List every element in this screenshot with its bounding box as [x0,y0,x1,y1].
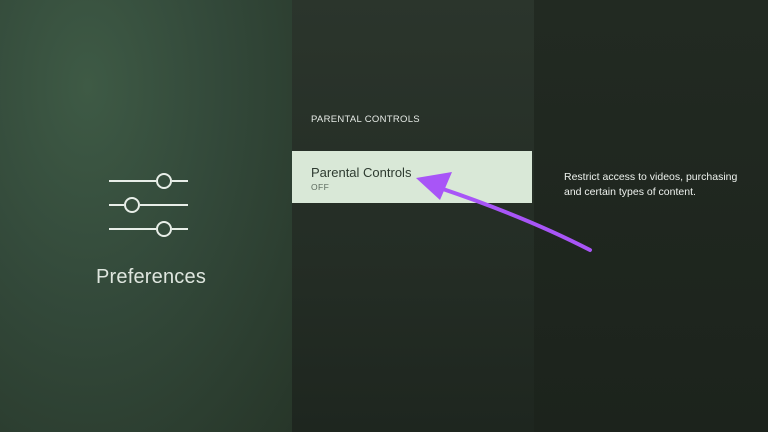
fire-tv-settings-screen: Preferences PARENTAL CONTROLS Parental C… [0,0,768,432]
menu-item-label: Parental Controls [311,165,412,180]
menu-section-header: PARENTAL CONTROLS [311,114,420,125]
detail-panel [534,0,768,432]
detail-description: Restrict access to videos, purchasing an… [564,171,738,198]
menu-panel [292,0,534,432]
category-title: Preferences [96,266,207,288]
menu-item-parental-controls[interactable]: Parental Controls OFF [292,151,532,203]
sliders-icon [109,173,188,237]
menu-item-status: OFF [311,182,330,192]
category-panel: Preferences [0,0,292,432]
